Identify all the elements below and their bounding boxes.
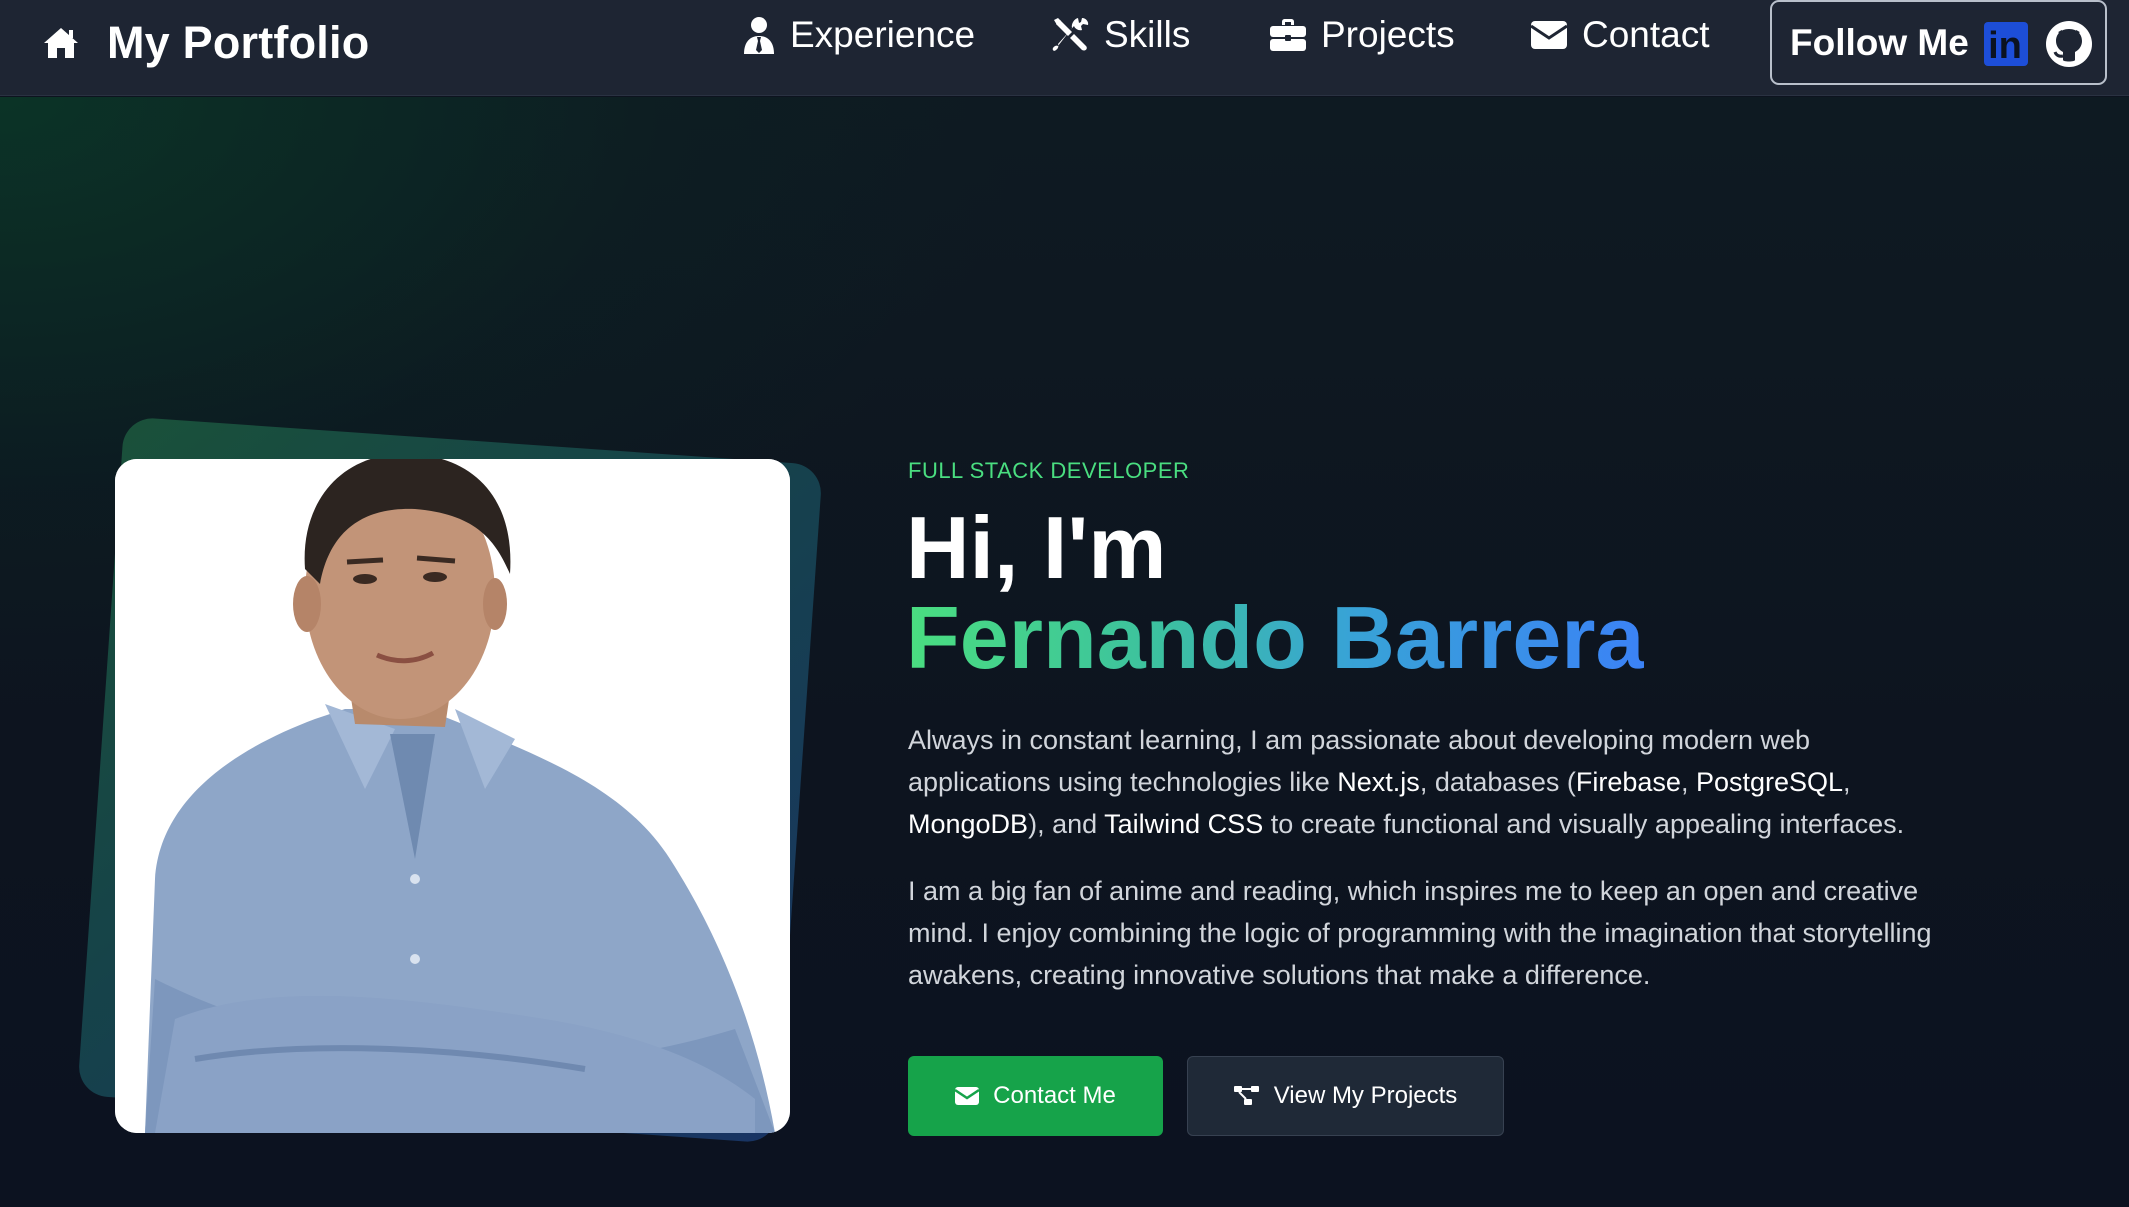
nav-link-label: Skills: [1104, 14, 1191, 55]
brand-link[interactable]: My Portfolio: [41, 0, 369, 86]
follow-me-label: Follow Me: [1790, 21, 1969, 63]
profile-photo-illustration: [115, 459, 790, 1133]
tech-postgresql: PostgreSQL: [1695, 767, 1844, 797]
navbar: My Portfolio Experience Skills Projects …: [0, 0, 2129, 96]
tech-nextjs: Next.js: [1337, 767, 1420, 797]
tech-firebase: Firebase: [1575, 767, 1681, 797]
text: ,: [1680, 767, 1696, 797]
github-icon[interactable]: [2044, 19, 2094, 69]
nav-link-contact[interactable]: Contact: [1530, 0, 1710, 70]
contact-me-label: Contact Me: [993, 1082, 1116, 1109]
nav-link-experience[interactable]: Experience: [742, 0, 975, 70]
tech-tailwind: Tailwind CSS: [1104, 809, 1264, 839]
home-icon: [44, 28, 78, 58]
tech-mongodb: MongoDB: [908, 809, 1029, 839]
linkedin-icon-text: in: [1988, 25, 2022, 67]
envelope-icon: [1530, 21, 1568, 49]
text: , databases (: [1419, 767, 1576, 797]
nav-link-label: Contact: [1582, 14, 1710, 55]
brand-title: My Portfolio: [107, 17, 370, 68]
text: ), and: [1028, 809, 1105, 839]
view-projects-label: View My Projects: [1273, 1082, 1458, 1109]
nav-link-skills[interactable]: Skills: [1052, 0, 1190, 70]
follow-me-box: Follow Me in: [1770, 0, 2107, 85]
hero-name: Fernando Barrera: [906, 588, 1645, 687]
nav-link-label: Projects: [1321, 14, 1455, 55]
contact-me-button[interactable]: Contact Me: [908, 1056, 1163, 1136]
view-projects-button[interactable]: View My Projects: [1187, 1056, 1504, 1136]
text: to create functional and visually appeal…: [1263, 809, 1905, 839]
envelope-icon: [955, 1087, 980, 1105]
profile-photo: [115, 459, 790, 1133]
hero-paragraph-2: I am a big fan of anime and reading, whi…: [908, 876, 1932, 990]
nav-link-projects[interactable]: Projects: [1269, 0, 1455, 70]
nav-link-label: Experience: [790, 14, 976, 55]
linkedin-icon[interactable]: in: [1984, 22, 2028, 66]
project-diagram-icon: [1233, 1086, 1259, 1105]
text: ,: [1843, 767, 1851, 797]
briefcase-icon: [1270, 19, 1306, 51]
tools-icon: [1052, 18, 1089, 51]
hero-greeting: Hi, I'm: [906, 498, 1167, 597]
hero-paragraph-1: Always in constant learning, I am passio…: [908, 719, 1948, 845]
user-tie-icon: [744, 17, 774, 54]
hero-eyebrow: FULL STACK DEVELOPER: [908, 458, 1190, 483]
